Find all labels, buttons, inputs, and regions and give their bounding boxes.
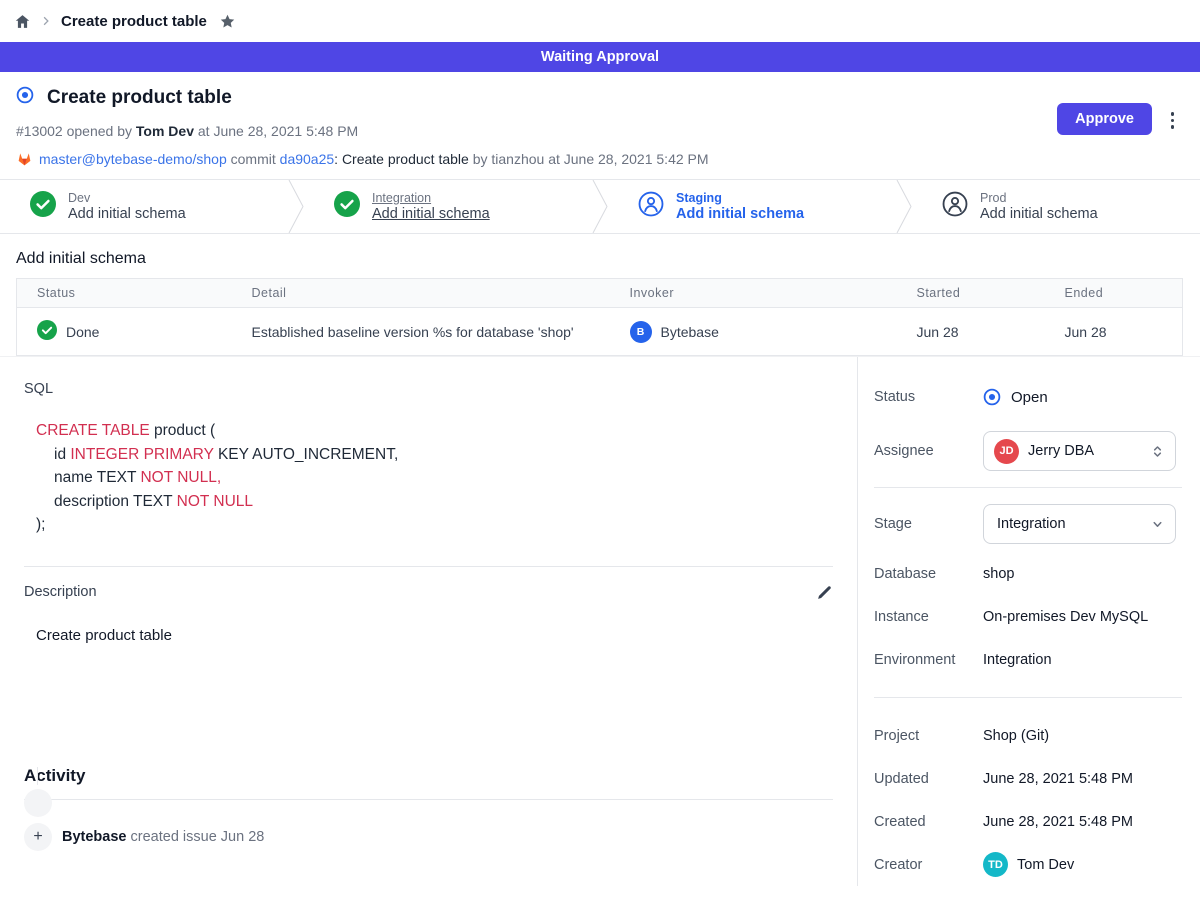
content-area: SQL CREATE TABLE product (id INTEGER PRI… [0,356,1200,886]
person-circle-icon [638,191,664,222]
chevron-right-icon [41,13,51,29]
task-status: Done [66,324,99,340]
chevron-down-icon [1150,517,1165,532]
done-check-icon [37,320,57,343]
assignee-value: Jerry DBA [1028,443,1141,459]
instance-row: Instance On-premises Dev MySQL [874,595,1182,638]
activity-action: created issue Jun 28 [131,829,265,845]
stage-staging[interactable]: StagingAdd initial schema [608,180,896,233]
issue-sidebar: Status Open Assignee JD Jerry DBA [857,357,1200,886]
main-panel: SQL CREATE TABLE product (id INTEGER PRI… [0,357,857,886]
task-invoker: Bytebase [661,324,719,340]
environment-value: Integration [983,652,1052,668]
stage-dev[interactable]: DevAdd initial schema [0,180,288,233]
task-section: Add initial schema Status Detail Invoker… [0,234,1200,356]
assignee-label: Assignee [874,443,983,459]
description-text: Create product table [36,627,833,644]
issue-title: Create product table [47,87,232,109]
stage-separator [592,180,608,233]
stage-label: Stage [874,516,983,532]
activity-divider [24,799,833,800]
activity-title: Activity [24,766,833,786]
kebab-menu-icon[interactable] [1167,108,1179,133]
section-divider [24,566,833,567]
check-circle-icon [30,191,56,222]
instance-value: On-premises Dev MySQL [983,609,1148,625]
open-radio-icon [983,388,1001,406]
home-icon[interactable] [14,13,31,30]
project-row: Project Shop (Git) [874,714,1182,757]
created-row: Created June 28, 2021 5:48 PM [874,800,1182,843]
task-table: Status Detail Invoker Started Ended Done… [16,278,1183,356]
sql-label: SQL [24,381,833,397]
sidebar-divider [874,487,1182,488]
stage-separator [288,180,304,233]
stage-integration[interactable]: IntegrationAdd initial schema [304,180,592,233]
bookmark-star-icon[interactable] [219,13,236,30]
timeline-connector [37,767,38,785]
creator-row: Creator TD Tom Dev [874,843,1182,886]
assignee-select[interactable]: JD Jerry DBA [983,431,1176,471]
task-started: Jun 28 [897,308,1045,356]
issue-author: Tom Dev [136,123,194,139]
activity-entry: + Bytebase created issue Jun 28 [24,823,833,851]
timeline-next-node [24,789,52,817]
task-ended: Jun 28 [1045,308,1183,356]
assignee-row: Assignee JD Jerry DBA [874,431,1182,471]
issue-meta: #13002 opened by Tom Dev at June 28, 202… [16,123,1176,139]
updated-value: June 28, 2021 5:48 PM [983,771,1133,787]
status-row: Status Open [874,377,1182,417]
status-value: Open [1011,389,1048,406]
commit-line: master@bytebase-demo/shop commit da90a25… [16,151,1176,167]
edit-pencil-icon[interactable] [816,584,833,601]
project-value[interactable]: Shop (Git) [983,728,1049,744]
stage-row: Stage Integration [874,504,1182,544]
description-label: Description [24,584,97,600]
creator-value: Tom Dev [1017,857,1074,873]
created-value: June 28, 2021 5:48 PM [983,814,1133,830]
pipeline: DevAdd initial schema IntegrationAdd ini… [0,179,1200,234]
commit-message: : Create product table [334,151,469,167]
issue-header: Create product table #13002 opened by To… [0,72,1200,179]
status-label: Status [874,389,983,405]
activity-actor: Bytebase [62,829,126,845]
task-table-row[interactable]: Done Established baseline version %s for… [17,308,1183,356]
database-row: Database shop [874,552,1182,595]
stage-select[interactable]: Integration [983,504,1176,544]
gitlab-icon [16,151,33,167]
environment-row: Environment Integration [874,638,1182,681]
updated-row: Updated June 28, 2021 5:48 PM [874,757,1182,800]
person-circle-icon [942,191,968,222]
sidebar-divider [874,697,1182,698]
creator-avatar: TD [983,852,1008,877]
database-value: shop [983,566,1014,582]
bytebase-issue-page: Create product table Waiting Approval Cr… [0,0,1200,900]
task-detail: Established baseline version %s for data… [232,308,610,356]
task-section-title: Add initial schema [16,250,1183,268]
assignee-avatar: JD [994,439,1019,464]
approve-button[interactable]: Approve [1057,103,1152,135]
status-banner: Waiting Approval [0,42,1200,72]
check-circle-icon [334,191,360,222]
plus-icon: + [24,823,52,851]
breadcrumb-title: Create product table [61,13,207,30]
stage-separator [896,180,912,233]
sql-code: CREATE TABLE product (id INTEGER PRIMARY… [36,419,833,537]
issue-open-icon [16,86,34,109]
invoker-avatar: B [630,321,652,343]
stage-prod[interactable]: ProdAdd initial schema [912,180,1200,233]
commit-by: by tianzhou at June 28, 2021 5:42 PM [473,151,709,167]
commit-branch-link[interactable]: master@bytebase-demo/shop [39,151,227,167]
commit-hash-link[interactable]: da90a25 [280,151,335,167]
task-table-header: Status Detail Invoker Started Ended [17,279,1183,308]
stage-value: Integration [994,516,1141,532]
breadcrumb: Create product table [0,0,1200,42]
selector-icon [1150,444,1165,459]
